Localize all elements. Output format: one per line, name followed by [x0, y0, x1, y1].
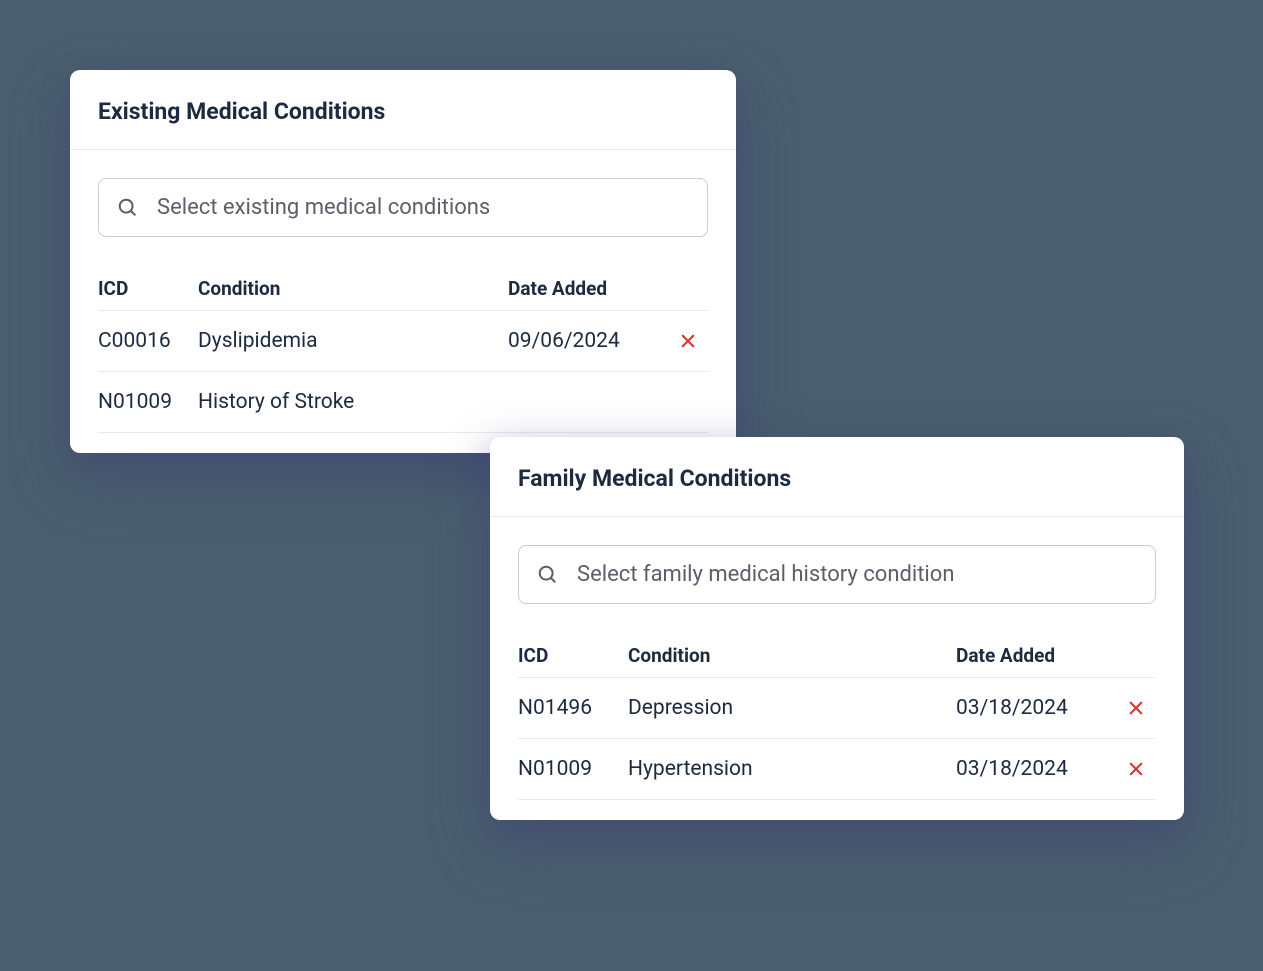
cell-condition: Depression	[628, 696, 956, 720]
card-body: Select existing medical conditions ICD C…	[70, 150, 736, 453]
family-conditions-card: Family Medical Conditions Select family …	[490, 437, 1184, 820]
cell-icd: N01009	[98, 390, 198, 414]
column-header-icd: ICD	[518, 644, 628, 667]
cell-date: 09/06/2024	[508, 329, 668, 353]
cell-icd: C00016	[98, 329, 198, 353]
cell-action	[1116, 757, 1156, 781]
table-row: N01009 Hypertension 03/18/2024	[518, 739, 1156, 800]
column-header-date: Date Added	[956, 644, 1116, 667]
table-row: C00016 Dyslipidemia 09/06/2024	[98, 311, 708, 372]
table-header: ICD Condition Date Added	[98, 267, 708, 311]
card-body: Select family medical history condition …	[490, 517, 1184, 820]
search-existing-conditions[interactable]: Select existing medical conditions	[98, 178, 708, 237]
delete-button[interactable]	[1124, 696, 1148, 720]
table-row: N01496 Depression 03/18/2024	[518, 678, 1156, 739]
card-header: Existing Medical Conditions	[70, 70, 736, 150]
card-title: Family Medical Conditions	[518, 465, 1156, 492]
search-placeholder: Select family medical history condition	[577, 562, 954, 587]
cell-condition: History of Stroke	[198, 390, 508, 414]
existing-conditions-card: Existing Medical Conditions Select exist…	[70, 70, 736, 453]
search-placeholder: Select existing medical conditions	[157, 195, 490, 220]
column-header-condition: Condition	[628, 644, 956, 667]
column-header-icd: ICD	[98, 277, 198, 300]
cell-condition: Hypertension	[628, 757, 956, 781]
cell-action	[1116, 696, 1156, 720]
column-header-action	[1116, 644, 1156, 667]
table-row: N01009 History of Stroke	[98, 372, 708, 433]
delete-button[interactable]	[1124, 757, 1148, 781]
search-family-conditions[interactable]: Select family medical history condition	[518, 545, 1156, 604]
delete-button[interactable]	[676, 329, 700, 353]
column-header-action	[668, 277, 708, 300]
cell-condition: Dyslipidemia	[198, 329, 508, 353]
card-title: Existing Medical Conditions	[98, 98, 708, 125]
existing-conditions-table: ICD Condition Date Added C00016 Dyslipid…	[98, 267, 708, 433]
column-header-condition: Condition	[198, 277, 508, 300]
cell-date: 03/18/2024	[956, 757, 1116, 781]
card-header: Family Medical Conditions	[490, 437, 1184, 517]
family-conditions-table: ICD Condition Date Added N01496 Depressi…	[518, 634, 1156, 800]
table-header: ICD Condition Date Added	[518, 634, 1156, 678]
search-icon	[537, 564, 559, 586]
cell-date: 03/18/2024	[956, 696, 1116, 720]
cell-icd: N01009	[518, 757, 628, 781]
cell-icd: N01496	[518, 696, 628, 720]
cell-action	[668, 329, 708, 353]
search-icon	[117, 197, 139, 219]
column-header-date: Date Added	[508, 277, 668, 300]
